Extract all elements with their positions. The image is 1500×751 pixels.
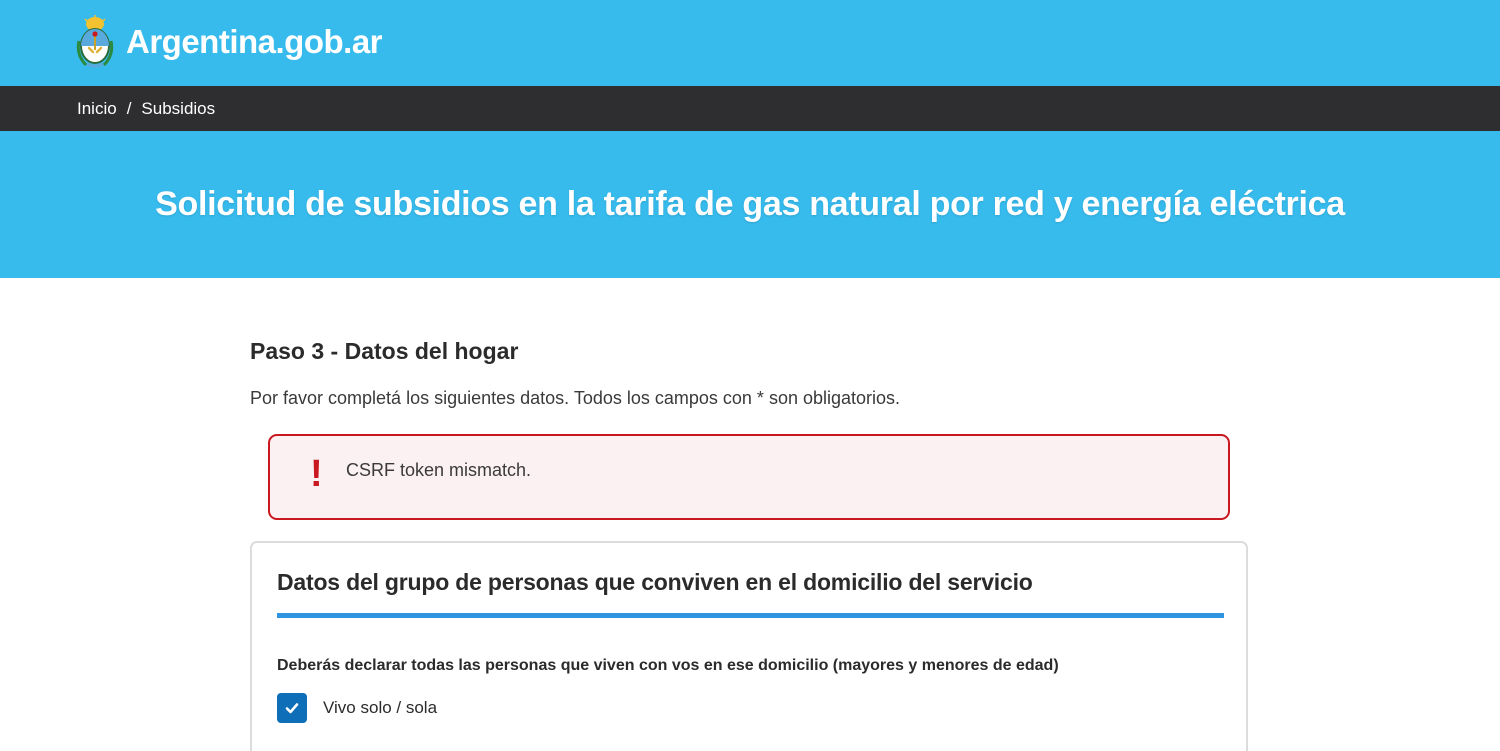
vivo-solo-checkbox[interactable] xyxy=(277,693,307,723)
page-title: Solicitud de subsidios en la tarifa de g… xyxy=(155,185,1345,223)
error-alert: ! CSRF token mismatch. xyxy=(268,434,1230,520)
breadcrumb-item-subsidios[interactable]: Subsidios xyxy=(141,99,215,119)
breadcrumb-bar: Inicio / Subsidios xyxy=(0,86,1500,131)
vivo-solo-option[interactable]: Vivo solo / sola xyxy=(277,693,437,723)
step-title: Paso 3 - Datos del hogar xyxy=(250,338,519,364)
exclamation-icon: ! xyxy=(310,453,323,495)
vivo-solo-label: Vivo solo / sola xyxy=(323,698,438,717)
argentina-coat-of-arms-icon xyxy=(76,15,114,68)
step-description: Por favor completá los siguientes datos.… xyxy=(250,388,901,408)
hero-banner: Solicitud de subsidios en la tarifa de g… xyxy=(0,131,1500,278)
breadcrumb-separator: / xyxy=(126,98,132,118)
breadcrumb: Inicio / Subsidios xyxy=(77,86,215,131)
top-header: Argentina.gob.ar xyxy=(0,0,1500,86)
home-link[interactable]: Argentina.gob.ar xyxy=(76,14,383,70)
breadcrumb-item-inicio[interactable]: Inicio xyxy=(77,99,117,119)
section-instructions: Deberás declarar todas las personas que … xyxy=(277,657,1059,674)
section-divider xyxy=(277,613,1224,618)
section-title: Datos del grupo de personas que conviven… xyxy=(277,569,1033,595)
household-card: Datos del grupo de personas que conviven… xyxy=(250,541,1248,751)
error-message: CSRF token mismatch. xyxy=(346,459,532,480)
site-name: Argentina.gob.ar xyxy=(126,23,383,60)
check-icon xyxy=(285,703,299,714)
